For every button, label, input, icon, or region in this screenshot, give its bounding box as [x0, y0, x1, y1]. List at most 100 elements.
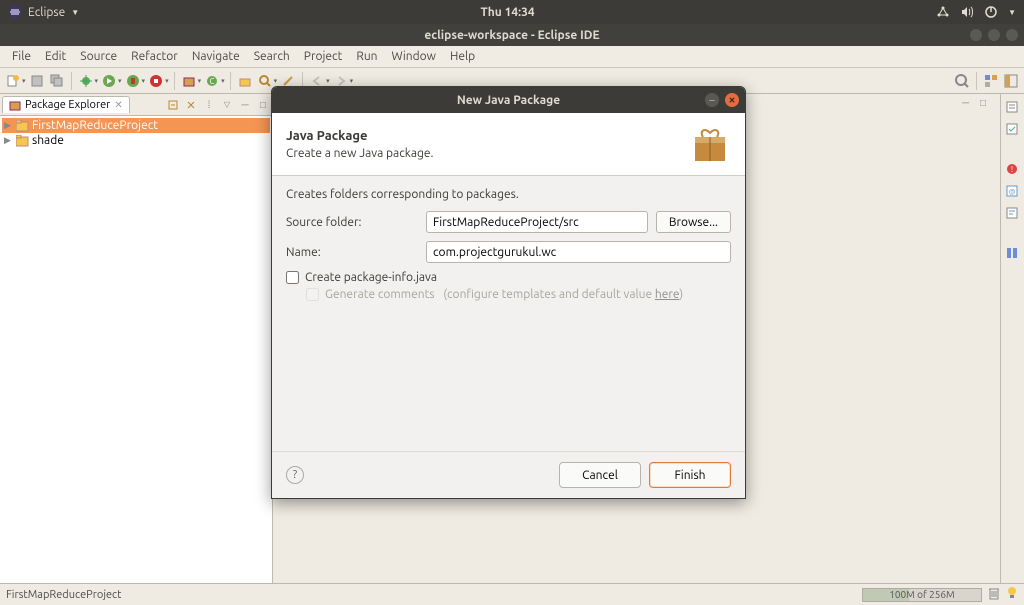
cancel-button[interactable]: Cancel [559, 462, 641, 488]
problems-icon[interactable]: ! [1005, 162, 1021, 178]
expand-icon[interactable]: ▶ [4, 135, 14, 146]
menu-help[interactable]: Help [444, 48, 481, 65]
generate-comments-checkbox [306, 288, 319, 301]
volume-icon[interactable] [960, 5, 974, 19]
menu-source[interactable]: Source [74, 48, 123, 65]
window-close-button[interactable] [1006, 29, 1018, 41]
dialog-titlebar[interactable]: New Java Package ─ ✕ [272, 87, 745, 113]
window-title-bar: eclipse-workspace - Eclipse IDE [0, 24, 1024, 46]
new-icon[interactable] [4, 72, 22, 90]
minimize-icon[interactable]: ─ [238, 98, 252, 112]
source-folder-input[interactable] [426, 211, 648, 233]
tab-label: Package Explorer [25, 99, 110, 111]
new-package-icon[interactable] [180, 72, 198, 90]
collapse-all-icon[interactable] [166, 98, 180, 112]
svg-text:@: @ [1008, 188, 1015, 196]
menu-file[interactable]: File [6, 48, 37, 65]
quick-access-icon[interactable] [953, 72, 971, 90]
expand-icon[interactable]: ▶ [4, 120, 14, 131]
perspective-java-icon[interactable] [982, 72, 1000, 90]
menu-refactor[interactable]: Refactor [125, 48, 184, 65]
javadoc-icon[interactable]: @ [1005, 184, 1021, 200]
generate-comments-hint: (configure templates and default value h… [441, 288, 684, 301]
dialog-intro: Creates folders corresponding to package… [286, 188, 731, 201]
tip-icon[interactable] [1006, 586, 1018, 603]
project-folder-icon [16, 120, 30, 132]
browse-button[interactable]: Browse... [656, 211, 731, 233]
project-folder-icon [16, 135, 30, 147]
debug-icon[interactable] [77, 72, 95, 90]
app-menu-label[interactable]: Eclipse [28, 6, 65, 19]
dialog-title: New Java Package [457, 94, 560, 107]
tab-close-icon[interactable]: ✕ [114, 99, 122, 111]
menu-navigate[interactable]: Navigate [186, 48, 246, 65]
dialog-heading: Java Package [286, 129, 433, 143]
name-input[interactable] [426, 241, 731, 263]
editor-minimize-icon[interactable]: ─ [962, 97, 976, 111]
tree-item-project[interactable]: ▶ FirstMapReduceProject [2, 118, 270, 133]
menu-window[interactable]: Window [386, 48, 442, 65]
configure-templates-link[interactable]: here [655, 288, 679, 301]
help-button[interactable]: ? [286, 466, 304, 484]
dialog-body: Creates folders corresponding to package… [272, 176, 745, 451]
menu-run[interactable]: Run [350, 48, 383, 65]
dialog-close-button[interactable]: ✕ [725, 93, 739, 107]
save-icon[interactable] [28, 72, 46, 90]
window-title: eclipse-workspace - Eclipse IDE [424, 29, 599, 42]
tree-item-label: FirstMapReduceProject [32, 119, 158, 132]
create-package-info-label: Create package-info.java [305, 271, 437, 284]
link-editor-icon[interactable] [184, 98, 198, 112]
eclipse-logo-icon [8, 5, 22, 19]
outline-icon[interactable] [1005, 100, 1021, 116]
tasks-icon[interactable] [1005, 122, 1021, 138]
memory-meter: 100M of 256M [862, 588, 982, 602]
perspective-switch-icon[interactable] [1005, 246, 1021, 262]
status-left: FirstMapReduceProject [6, 589, 122, 601]
dialog-header: Java Package Create a new Java package. [272, 113, 745, 176]
package-explorer-pane: Package Explorer ✕ ⁞ ▽ ─ □ ▶ FirstMapRed… [0, 94, 273, 583]
memory-text: 100M of 256M [863, 589, 981, 601]
system-top-bar: Eclipse ▼ Thu 14:34 ▼ [0, 0, 1024, 24]
coverage-icon[interactable] [124, 72, 142, 90]
finish-button[interactable]: Finish [649, 462, 731, 488]
dialog-subheading: Create a new Java package. [286, 147, 433, 160]
dialog-minimize-button[interactable]: ─ [705, 93, 719, 107]
maximize-icon[interactable]: □ [256, 98, 270, 112]
save-all-icon[interactable] [48, 72, 66, 90]
focus-icon[interactable]: ⁞ [202, 98, 216, 112]
source-folder-label: Source folder: [286, 216, 426, 229]
menu-bar: File Edit Source Refactor Navigate Searc… [0, 46, 1024, 68]
create-package-info-checkbox[interactable] [286, 271, 299, 284]
window-minimize-button[interactable] [970, 29, 982, 41]
tree-item-label: shade [32, 134, 64, 147]
menu-project[interactable]: Project [298, 48, 349, 65]
status-bar: FirstMapReduceProject 100M of 256M [0, 583, 1024, 605]
gc-icon[interactable] [988, 586, 1000, 603]
tree-item-project[interactable]: ▶ shade [2, 133, 270, 148]
dropdown-icon: ▼ [1008, 8, 1016, 17]
perspective-open-icon[interactable] [1002, 72, 1020, 90]
search-icon[interactable] [256, 72, 274, 90]
right-trim-bar: ! @ [1000, 94, 1024, 583]
package-gift-icon [689, 123, 731, 165]
dropdown-icon: ▼ [71, 8, 79, 17]
editor-maximize-icon[interactable]: □ [980, 97, 994, 111]
menu-edit[interactable]: Edit [39, 48, 72, 65]
menu-search[interactable]: Search [248, 48, 296, 65]
explorer-tab-row: Package Explorer ✕ ⁞ ▽ ─ □ [0, 94, 272, 116]
network-icon[interactable] [936, 5, 950, 19]
power-icon[interactable] [984, 5, 998, 19]
new-class-icon[interactable]: C [203, 72, 221, 90]
external-tools-icon[interactable] [147, 72, 165, 90]
window-maximize-button[interactable] [988, 29, 1000, 41]
declaration-icon[interactable] [1005, 206, 1021, 222]
view-menu-icon[interactable]: ▽ [220, 98, 234, 112]
run-icon[interactable] [100, 72, 118, 90]
open-type-icon[interactable] [236, 72, 254, 90]
generate-comments-label: Generate comments [325, 288, 435, 301]
tab-package-explorer[interactable]: Package Explorer ✕ [2, 96, 130, 113]
project-tree[interactable]: ▶ FirstMapReduceProject ▶ shade [0, 116, 272, 583]
svg-text:!: ! [1010, 165, 1012, 174]
new-java-package-dialog: New Java Package ─ ✕ Java Package Create… [271, 86, 746, 499]
svg-text:C: C [210, 77, 215, 86]
